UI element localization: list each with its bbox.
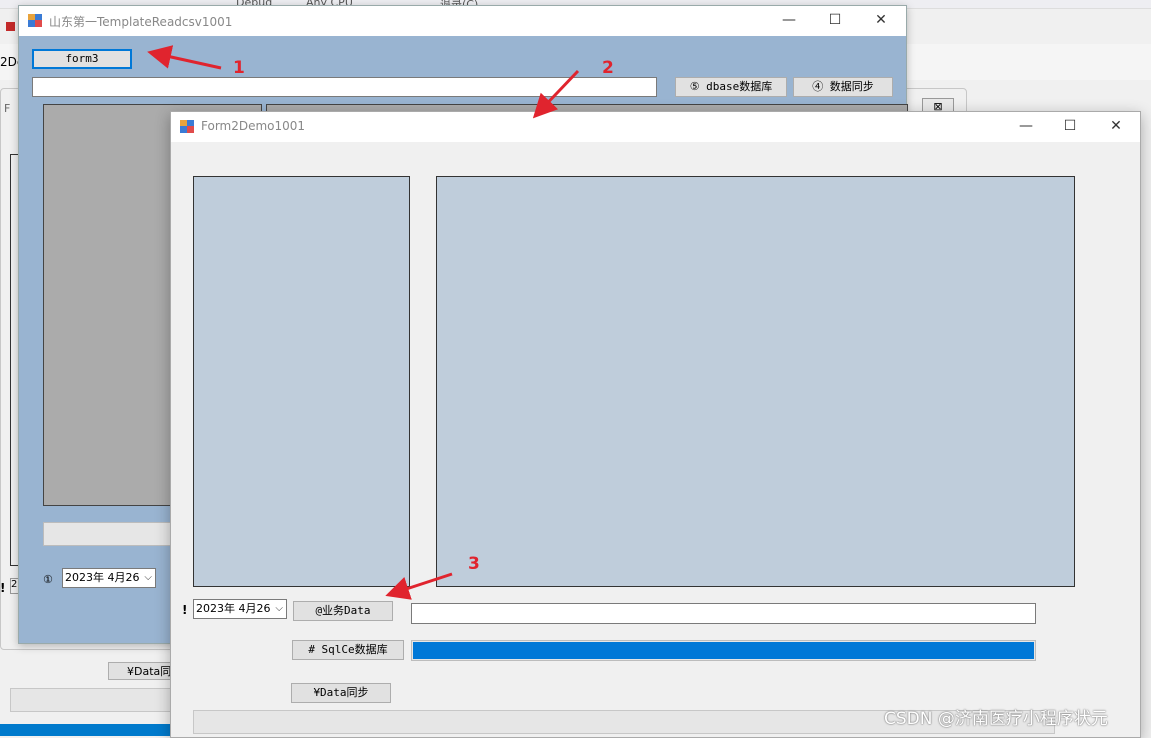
data-grid-right[interactable]: [436, 176, 1075, 587]
maximize-button[interactable]: ☐: [1047, 112, 1093, 142]
titlebar[interactable]: Form2Demo1001 — ☐ ✕: [171, 112, 1140, 142]
annotation-label-2: 2: [602, 58, 614, 78]
app-icon: [180, 120, 194, 133]
chevron-down-icon[interactable]: ⌵: [144, 569, 152, 586]
excl-label: !: [182, 603, 188, 617]
close-button[interactable]: ✕: [858, 6, 904, 36]
window-form2demo: Form2Demo1001 — ☐ ✕ ! 2023年 4月26 ⌵ @业务Da…: [170, 111, 1141, 738]
data-sync-button[interactable]: ¥Data同步: [291, 683, 391, 703]
progress-bar: [411, 640, 1036, 661]
sync-button[interactable]: ④ 数据同步: [793, 77, 893, 97]
chevron-down-icon[interactable]: ⌵: [275, 600, 283, 617]
minimize-button[interactable]: —: [1003, 112, 1049, 142]
window-title: 山东第一TemplateReadcsv1001: [49, 15, 233, 29]
sqlce-button[interactable]: # SqlCe数据库: [292, 640, 404, 660]
date-value: 2023年 4月26: [65, 571, 140, 584]
annotation-label-1: 1: [233, 58, 245, 78]
maximize-button[interactable]: ☐: [812, 6, 858, 36]
path-input[interactable]: [32, 77, 657, 97]
form3-button[interactable]: form3: [32, 49, 132, 69]
date-picker[interactable]: 2023年 4月26 ⌵: [62, 568, 156, 588]
date-picker[interactable]: 2023年 4月26 ⌵: [193, 599, 287, 619]
progress-fill: [413, 642, 1034, 659]
stop-icon[interactable]: [6, 22, 15, 31]
app-icon: [28, 14, 42, 27]
ide-bg-tab[interactable]: F: [4, 102, 10, 115]
business-data-button[interactable]: @业务Data: [293, 601, 393, 621]
circle-label: ①: [43, 573, 53, 586]
ide-bg-data-button[interactable]: ¥Data同: [108, 662, 172, 680]
watermark: CSDN @济南医疗小程序状元: [884, 709, 1108, 729]
ide-bg-progress: [10, 688, 192, 712]
window-title: Form2Demo1001: [201, 119, 306, 133]
ide-bg-excl-label: !: [0, 581, 6, 595]
date-value: 2023年 4月26: [196, 602, 271, 615]
data-grid-left[interactable]: [193, 176, 410, 587]
dbase-button[interactable]: ⑤ dbase数据库: [675, 77, 787, 97]
progress-bar: [43, 522, 175, 546]
text-input[interactable]: [411, 603, 1036, 624]
close-button[interactable]: ✕: [1093, 112, 1139, 142]
minimize-button[interactable]: —: [766, 6, 812, 36]
ide-status-bar: [0, 724, 180, 736]
titlebar[interactable]: 山东第一TemplateReadcsv1001 — ☐ ✕: [19, 6, 906, 36]
annotation-label-3: 3: [468, 554, 480, 574]
